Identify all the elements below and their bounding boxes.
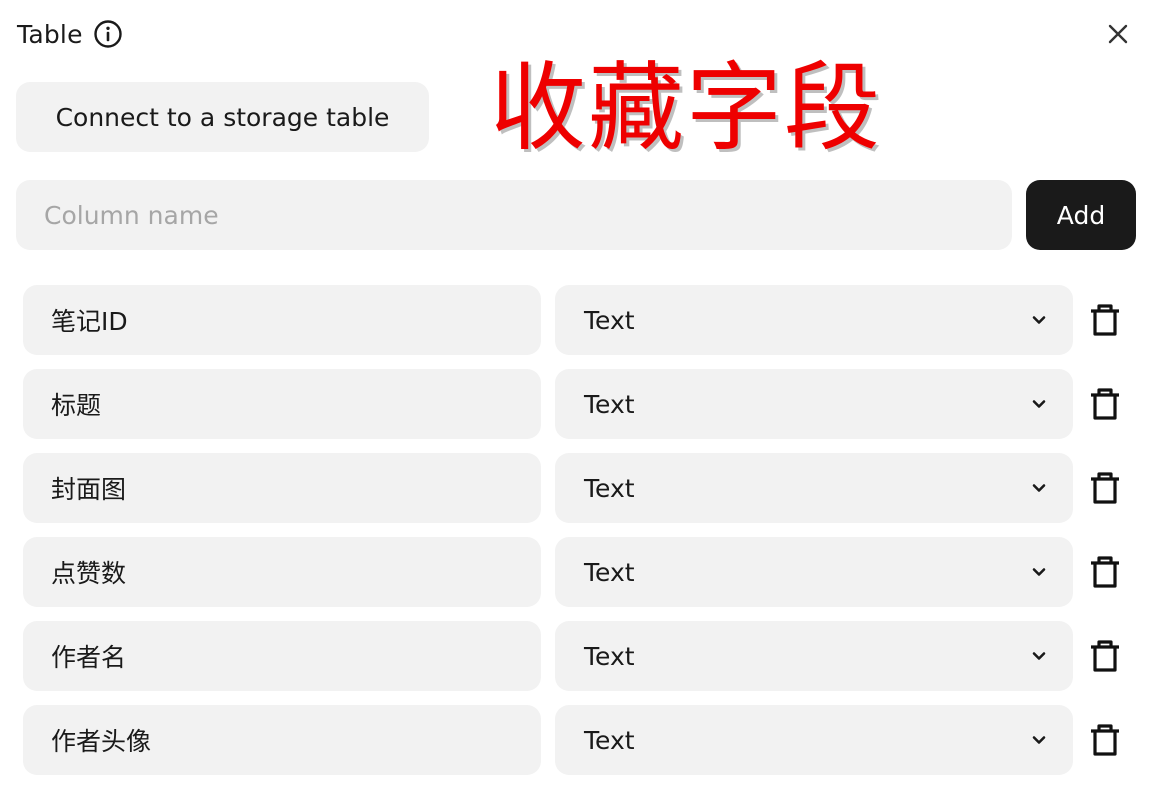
overlay-title: 收藏字段 [490,52,882,164]
chevron-down-icon [1032,736,1046,744]
field-type-value: Text [584,305,635,335]
add-button[interactable]: Add [1026,180,1136,250]
field-type-select[interactable]: Text [555,705,1073,775]
trash-icon[interactable] [1087,386,1123,422]
field-type-select[interactable]: Text [555,537,1073,607]
field-type-value: Text [584,641,635,671]
field-type-value: Text [584,473,635,503]
field-row: 标题 Text [23,369,1143,439]
field-type-select[interactable]: Text [555,453,1073,523]
trash-icon[interactable] [1087,470,1123,506]
trash-icon[interactable] [1087,722,1123,758]
chevron-down-icon [1032,316,1046,324]
field-name-input[interactable]: 点赞数 [23,537,541,607]
trash-icon[interactable] [1087,302,1123,338]
field-type-value: Text [584,725,635,755]
trash-icon[interactable] [1087,638,1123,674]
field-row: 点赞数 Text [23,537,1143,607]
field-name-input[interactable]: 标题 [23,369,541,439]
trash-icon[interactable] [1087,554,1123,590]
field-list: 笔记ID Text 标题 Text 封面图 Text 点赞数 Text 作者名 [23,285,1143,789]
field-row: 封面图 Text [23,453,1143,523]
chevron-down-icon [1032,484,1046,492]
chevron-down-icon [1032,652,1046,660]
field-name-input[interactable]: 作者头像 [23,705,541,775]
connect-button-label: Connect to a storage table [55,102,390,132]
page-title: Table [17,19,83,49]
field-name-input[interactable]: 笔记ID [23,285,541,355]
field-row: 作者头像 Text [23,705,1143,775]
field-type-value: Text [584,389,635,419]
chevron-down-icon [1032,568,1046,576]
field-name-input[interactable]: 封面图 [23,453,541,523]
field-row: 笔记ID Text [23,285,1143,355]
column-name-input[interactable] [16,180,1012,250]
close-button[interactable] [1100,16,1136,52]
field-type-value: Text [584,557,635,587]
connect-storage-table-button[interactable]: Connect to a storage table [16,82,429,152]
field-type-select[interactable]: Text [555,285,1073,355]
field-type-select[interactable]: Text [555,369,1073,439]
field-row: 作者名 Text [23,621,1143,691]
field-type-select[interactable]: Text [555,621,1073,691]
header: Table [17,16,123,52]
info-icon[interactable] [93,19,123,49]
chevron-down-icon [1032,400,1046,408]
close-icon [1108,24,1128,44]
add-button-label: Add [1056,200,1106,230]
field-name-input[interactable]: 作者名 [23,621,541,691]
